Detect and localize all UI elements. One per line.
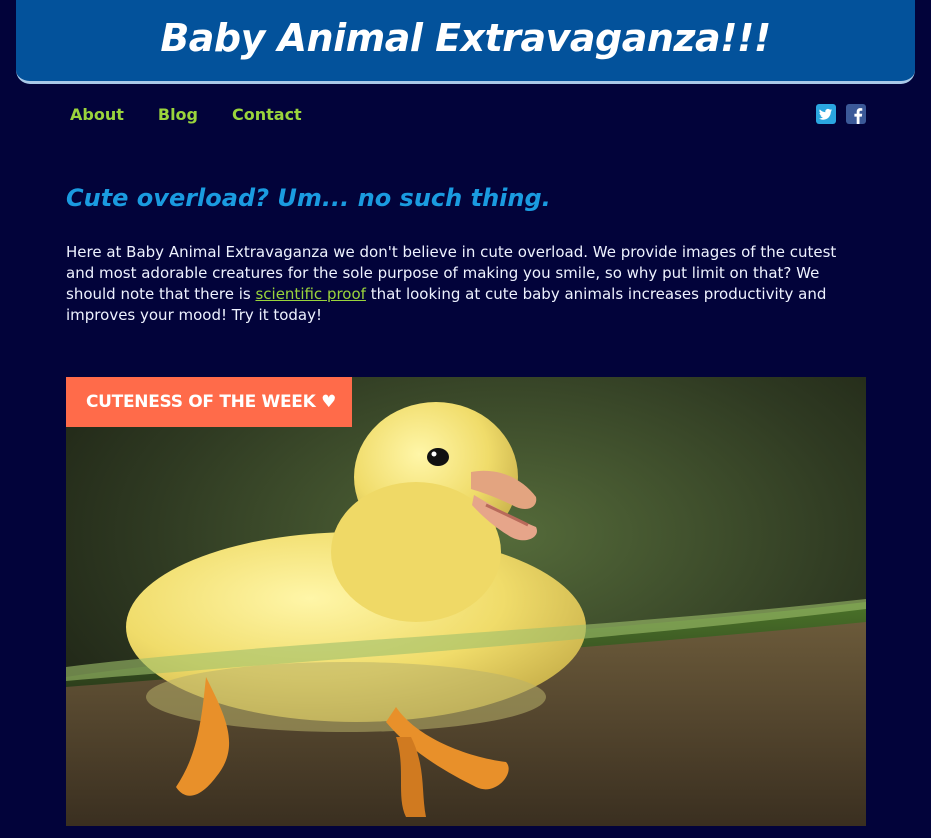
cuteness-badge: CUTENESS OF THE WEEK ♥: [66, 377, 352, 427]
site-title: Baby Animal Extravaganza!!!: [160, 16, 771, 60]
scientific-proof-link[interactable]: scientific proof: [255, 285, 365, 303]
nav-blog[interactable]: Blog: [158, 104, 198, 126]
main-nav: About Blog Contact: [70, 104, 302, 126]
facebook-icon[interactable]: [846, 104, 866, 124]
duckling-photo: [66, 377, 866, 826]
intro-paragraph: Here at Baby Animal Extravaganza we don'…: [66, 242, 866, 326]
site-header: Baby Animal Extravaganza!!!: [16, 0, 915, 84]
nav-about[interactable]: About: [70, 104, 124, 126]
page-tagline: Cute overload? Um... no such thing.: [66, 184, 551, 212]
featured-image: CUTENESS OF THE WEEK ♥: [66, 377, 866, 826]
page: Baby Animal Extravaganza!!! About Blog C…: [0, 0, 931, 838]
nav-contact[interactable]: Contact: [232, 104, 302, 126]
social-links: [816, 104, 866, 124]
twitter-icon[interactable]: [816, 104, 836, 124]
